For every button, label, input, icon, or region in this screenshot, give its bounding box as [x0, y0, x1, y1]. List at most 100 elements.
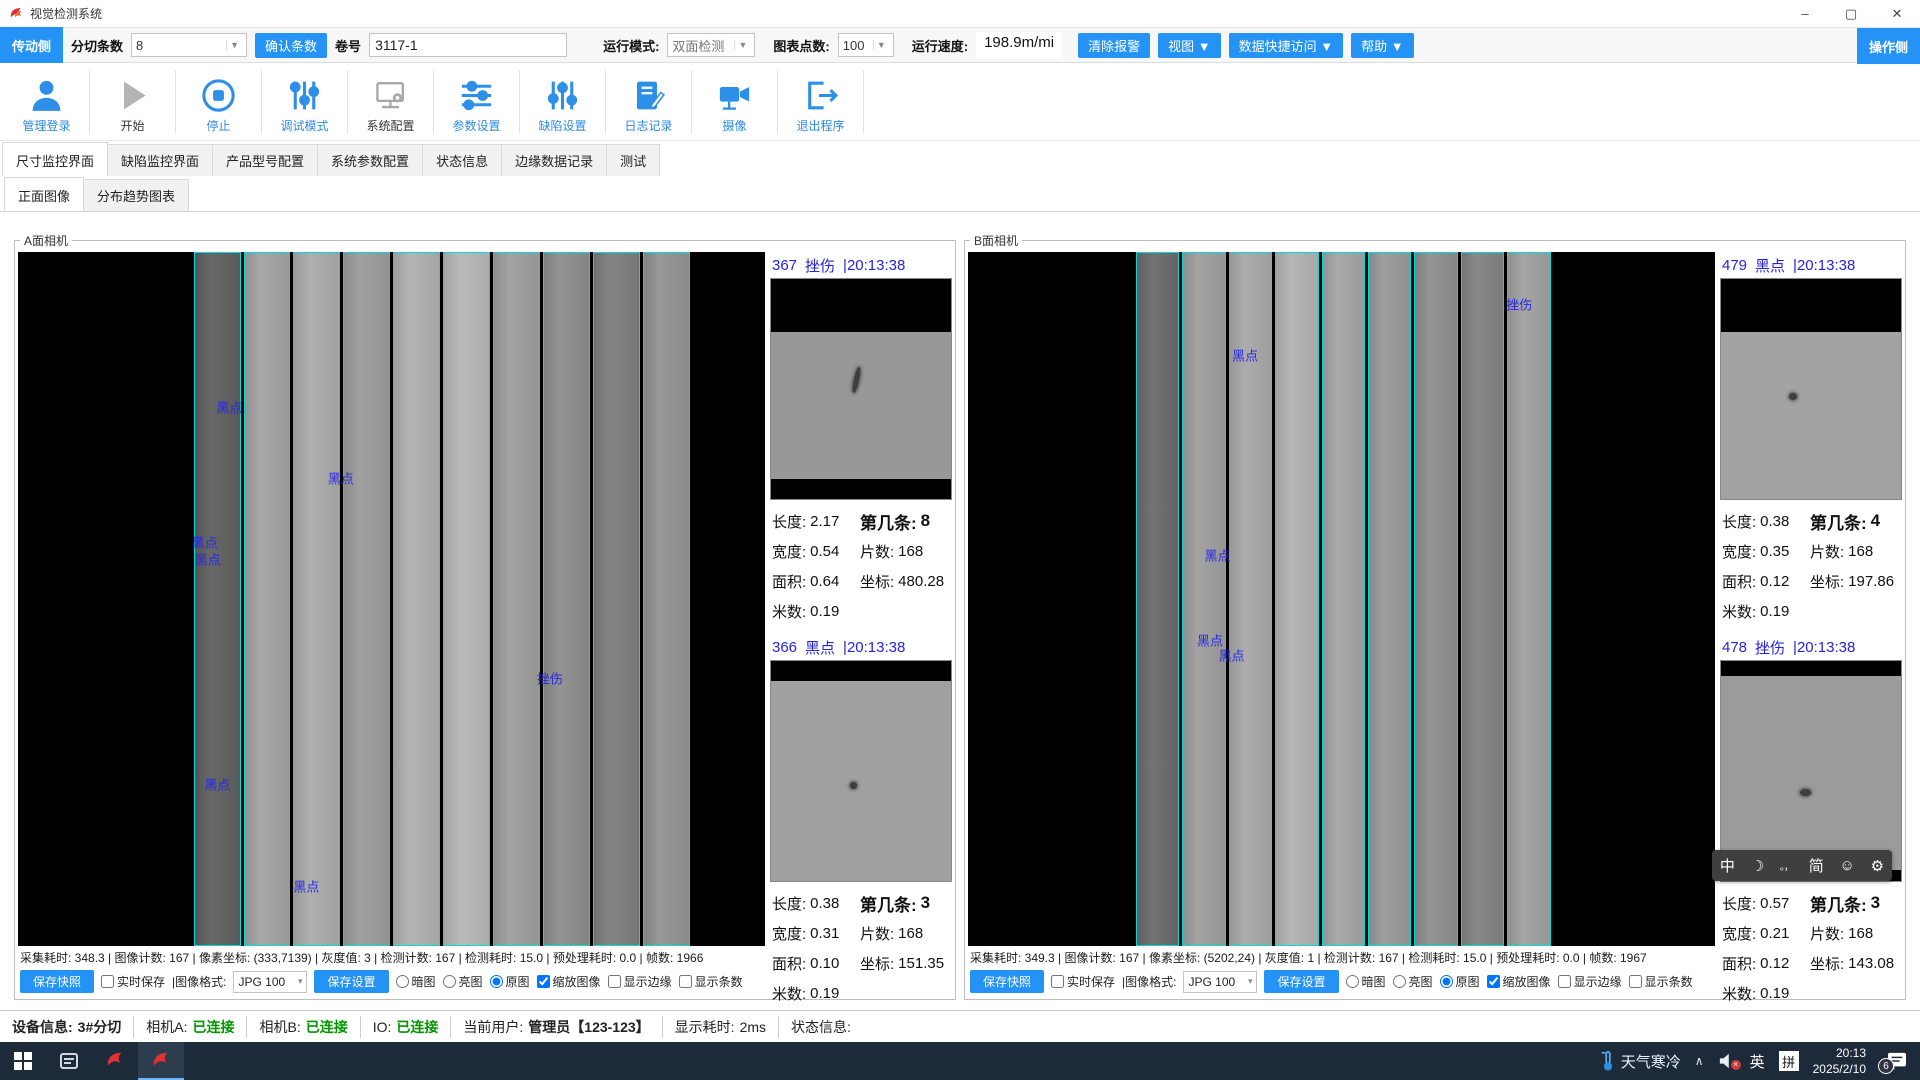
- weather-widget[interactable]: 天气寒冷: [1600, 1051, 1681, 1072]
- clear-alarm-button[interactable]: 清除报警: [1078, 33, 1150, 58]
- bright-image-radio[interactable]: 亮图: [1393, 973, 1433, 990]
- volume-muted-icon[interactable]: ×: [1718, 1053, 1736, 1069]
- defect-label: 黑点: [328, 468, 354, 487]
- user-icon: [28, 77, 65, 114]
- dark-image-radio[interactable]: 暗图: [396, 973, 436, 990]
- log-record-button[interactable]: 日志记录: [606, 70, 692, 134]
- slit-count-select[interactable]: 8 ▼: [131, 33, 247, 57]
- show-count-checkbox[interactable]: 显示条数: [679, 973, 743, 990]
- ime-simplified-toggle[interactable]: 简: [1809, 855, 1824, 876]
- defect-thumbnail: [770, 660, 952, 882]
- ime-mode-indicator[interactable]: 拼: [1779, 1051, 1799, 1071]
- drive-side-button[interactable]: 传动侧: [0, 27, 63, 63]
- roll-number-input[interactable]: [369, 33, 567, 57]
- defect-stats: 长度:0.38 第几条:3 宽度:0.31 片数:168 面积:0.10 坐标:…: [770, 882, 952, 1008]
- sliders-vertical-icon: [544, 77, 581, 114]
- defect-card: 478 挫伤 |20:13:38 长度:0.57 第几条:3 宽度:0.21 片…: [1720, 634, 1902, 1008]
- bright-image-radio[interactable]: 亮图: [443, 973, 483, 990]
- taskbar-clock[interactable]: 20:13 2025/2/10: [1813, 1045, 1866, 1077]
- taskbar-app-icon[interactable]: [46, 1042, 92, 1080]
- show-count-checkbox[interactable]: 显示条数: [1629, 973, 1693, 990]
- defect-label: 挫伤: [1506, 295, 1532, 314]
- start-button[interactable]: 开始: [90, 70, 176, 134]
- realtime-save-checkbox[interactable]: 实时保存: [1051, 973, 1115, 990]
- action-center-button[interactable]: 6: [1880, 1052, 1914, 1070]
- tab-trend-chart[interactable]: 分布趋势图表: [83, 179, 189, 211]
- parameter-settings-button[interactable]: 参数设置: [434, 70, 520, 134]
- material-strip: [493, 252, 540, 946]
- tab-edge-data[interactable]: 边缘数据记录: [501, 144, 607, 176]
- chart-points-select[interactable]: 100 ▼: [838, 33, 894, 57]
- ime-halfwidth-icon[interactable]: ☽: [1751, 857, 1764, 875]
- start-button[interactable]: [0, 1042, 46, 1080]
- tray-expand-chevron[interactable]: ∧: [1695, 1054, 1704, 1068]
- zoom-image-checkbox[interactable]: 缩放图像: [537, 973, 601, 990]
- tab-status-info[interactable]: 状态信息: [422, 144, 502, 176]
- show-edge-checkbox[interactable]: 显示边缘: [1558, 973, 1622, 990]
- minimize-button[interactable]: –: [1782, 0, 1828, 27]
- image-format-select[interactable]: JPG 100▾: [1183, 971, 1257, 993]
- view-menu-button[interactable]: 视图 ▼: [1158, 33, 1220, 58]
- taskbar-app-icon[interactable]: [92, 1042, 138, 1080]
- ime-emoji-button[interactable]: ☺: [1840, 857, 1855, 874]
- save-settings-button[interactable]: 保存设置: [314, 970, 388, 993]
- status-badge: 已连接: [306, 1017, 348, 1037]
- stop-button[interactable]: 停止: [176, 70, 262, 134]
- image-format-select[interactable]: JPG 100▾: [233, 971, 307, 993]
- maximize-button[interactable]: ▢: [1828, 0, 1874, 27]
- defect-label: 黑点: [293, 877, 319, 896]
- notebook-pencil-icon: [630, 77, 667, 114]
- save-settings-button[interactable]: 保存设置: [1264, 970, 1338, 993]
- tab-front-image[interactable]: 正面图像: [4, 177, 84, 211]
- save-snapshot-button[interactable]: 保存快照: [970, 970, 1044, 993]
- defect-settings-button[interactable]: 缺陷设置: [520, 70, 606, 134]
- tab-size-monitor[interactable]: 尺寸监控界面: [2, 142, 108, 176]
- material-strip: [194, 252, 241, 946]
- camera-b-title: B面相机: [970, 232, 1022, 249]
- tab-system-params[interactable]: 系统参数配置: [317, 144, 423, 176]
- capture-button[interactable]: 摄像: [692, 70, 778, 134]
- defect-card: 479 黑点 |20:13:38 长度:0.38 第几条:4 宽度:0.35 片…: [1720, 252, 1902, 626]
- debug-mode-button[interactable]: 调试模式: [262, 70, 348, 134]
- tab-product-model[interactable]: 产品型号配置: [212, 144, 318, 176]
- clock-time: 20:13: [1813, 1045, 1866, 1061]
- original-image-radio[interactable]: 原图: [490, 973, 530, 990]
- admin-login-button[interactable]: 管理登录: [4, 70, 90, 134]
- save-snapshot-button[interactable]: 保存快照: [20, 970, 94, 993]
- clock-date: 2025/2/10: [1813, 1061, 1866, 1077]
- system-config-button[interactable]: 系统配置: [348, 70, 434, 134]
- language-indicator[interactable]: 英: [1750, 1051, 1765, 1072]
- material-strip: [1322, 252, 1365, 946]
- operate-side-button[interactable]: 操作侧: [1857, 28, 1920, 64]
- tab-test[interactable]: 测试: [606, 144, 660, 176]
- defect-label: 挫伤: [537, 669, 563, 688]
- run-mode-select[interactable]: 双面检测 ▼: [667, 33, 755, 57]
- chevron-down-icon: ▼: [226, 40, 242, 50]
- defect-label: 黑点: [216, 398, 242, 417]
- dark-image-radio[interactable]: 暗图: [1346, 973, 1386, 990]
- exit-program-button[interactable]: 退出程序: [778, 70, 864, 134]
- help-menu-button[interactable]: 帮助 ▼: [1351, 33, 1413, 58]
- sliders-horizontal-icon: [458, 77, 495, 114]
- ime-punctuation-toggle[interactable]: 。，: [1780, 858, 1793, 873]
- app-logo-icon: [8, 6, 24, 22]
- camera-b-status-line: 采集耗时: 349.3 | 图像计数: 167 | 像素坐标: (5202,24…: [968, 946, 1715, 967]
- state-info-segment: 状态信息:: [779, 1016, 863, 1038]
- realtime-save-checkbox[interactable]: 实时保存: [101, 973, 165, 990]
- material-strip: [443, 252, 490, 946]
- status-badge: 已连接: [396, 1017, 438, 1037]
- confirm-count-button[interactable]: 确认条数: [255, 33, 327, 58]
- main-tab-strip: 尺寸监控界面 缺陷监控界面 产品型号配置 系统参数配置 状态信息 边缘数据记录 …: [0, 141, 1920, 176]
- material-strip: [1461, 252, 1504, 946]
- ime-lang-toggle[interactable]: 中: [1720, 855, 1735, 876]
- ime-settings-gear-icon[interactable]: ⚙: [1871, 857, 1884, 875]
- tab-defect-monitor[interactable]: 缺陷监控界面: [107, 144, 213, 176]
- data-access-menu-button[interactable]: 数据快捷访问 ▼: [1229, 33, 1343, 58]
- app-logo-icon: [150, 1050, 172, 1072]
- close-button[interactable]: ✕: [1874, 0, 1920, 27]
- show-edge-checkbox[interactable]: 显示边缘: [608, 973, 672, 990]
- taskbar-active-app-icon[interactable]: [138, 1042, 184, 1080]
- chevron-down-icon: ▾: [298, 976, 303, 987]
- original-image-radio[interactable]: 原图: [1440, 973, 1480, 990]
- zoom-image-checkbox[interactable]: 缩放图像: [1487, 973, 1551, 990]
